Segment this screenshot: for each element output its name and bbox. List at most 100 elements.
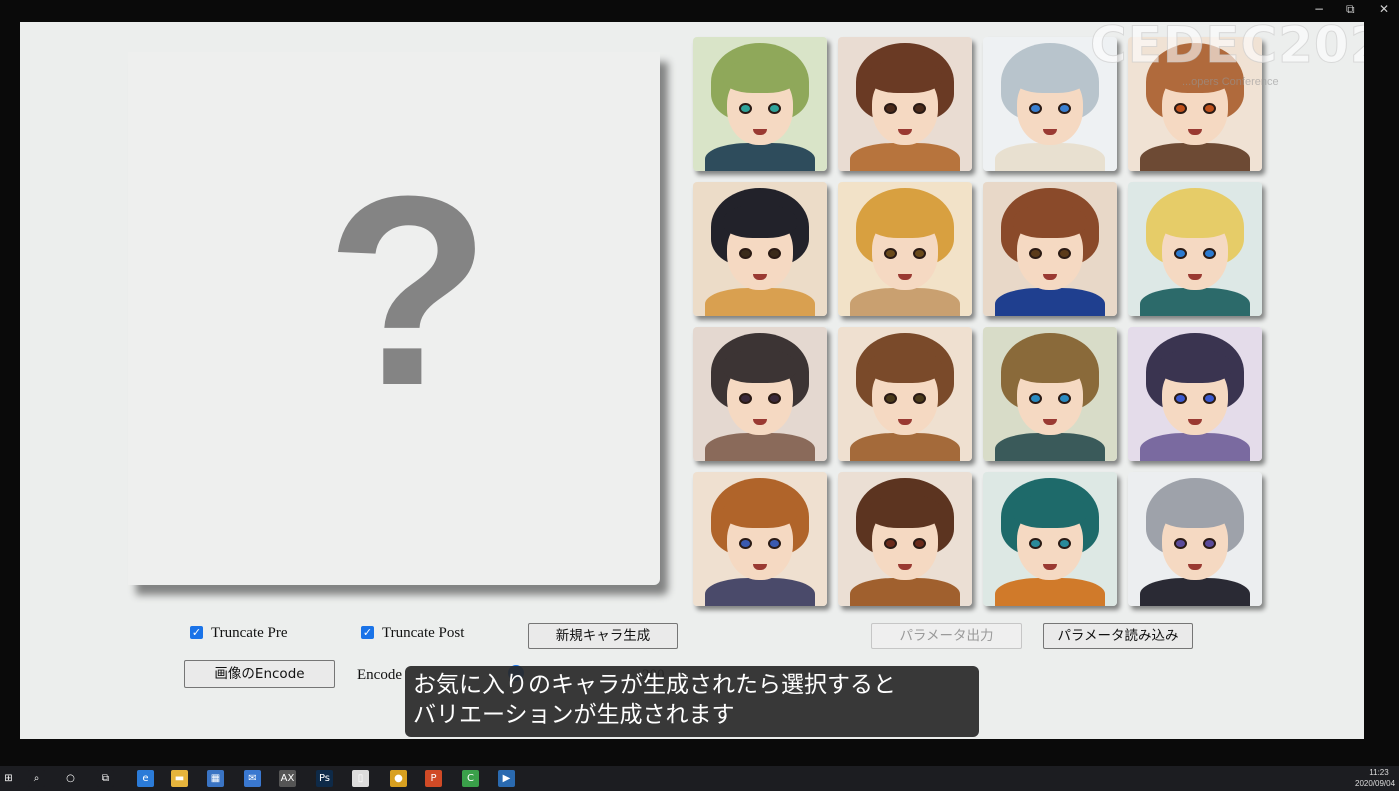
portrait-body [705,143,815,171]
file-explorer-icon[interactable]: ▬ [171,770,188,787]
portrait-body [705,433,815,461]
portrait-eye [884,248,897,259]
portrait-eye [1029,248,1042,259]
portrait-eye [768,538,781,549]
subtitle-line-1: お気に入りのキャラが生成されたら選択すると [413,672,896,698]
portrait-eye [1203,538,1216,549]
character-portrait[interactable] [693,37,827,171]
portrait-fringe [868,349,942,383]
truncate-post-label: Truncate Post [382,625,465,641]
portrait-eye [739,538,752,549]
portrait-eye [1174,538,1187,549]
portrait-fringe [723,494,797,528]
character-portrait[interactable] [983,182,1117,316]
portrait-fringe [723,349,797,383]
portrait-body [850,578,960,606]
portrait-eye [1174,393,1187,404]
portrait-eye [1029,538,1042,549]
portrait-body [705,578,815,606]
portrait-fringe [1013,204,1087,238]
portrait-eye [884,393,897,404]
portrait-body [850,433,960,461]
subtitle-caption: お気に入りのキャラが生成されたら選択すると バリエーションが生成されます [405,666,979,737]
portrait-body [850,143,960,171]
portrait-eye [913,248,926,259]
portrait-body [995,143,1105,171]
character-portrait[interactable] [838,472,972,606]
portrait-eye [913,103,926,114]
question-mark-placeholder: ? [325,141,491,442]
taskbar: 11:23 2020/09/04 ⊞ ⌕ ○ ⧉ e ▬ ▦ ✉ AX Ps ▯ ● P C ▶ [0,766,1399,791]
edge-icon[interactable]: e [137,770,154,787]
photoshop-icon[interactable]: Ps [316,770,333,787]
encode-label: Encode [357,667,402,683]
portrait-eye [768,103,781,114]
axis-icon[interactable]: AX [279,770,296,787]
portrait-eye [1029,103,1042,114]
new-character-button[interactable]: 新規キャラ生成 [528,623,678,649]
portrait-eye [1058,248,1071,259]
portrait-fringe [1013,59,1087,93]
mail-icon[interactable]: ✉ [244,770,261,787]
task-view-icon[interactable]: ⧉ [97,770,114,787]
import-parameters-button[interactable]: パラメータ読み込み [1043,623,1193,649]
portrait-eye [913,538,926,549]
app-canvas: ? CEDEC2020 ...opers Conference ✓ Trunca… [20,22,1364,739]
character-portrait[interactable] [838,327,972,461]
portrait-fringe [723,59,797,93]
cortana-icon[interactable]: ○ [62,770,79,787]
portrait-eye [768,393,781,404]
portrait-body [1140,433,1250,461]
portrait-eye [739,393,752,404]
minimize-icon[interactable]: − [1314,2,1324,16]
watermark-subtitle: ...opers Conference [1182,76,1279,88]
close-icon[interactable]: ✕ [1379,2,1389,16]
character-portrait[interactable] [1128,182,1262,316]
portrait-fringe [1013,349,1087,383]
store-icon[interactable]: ▦ [207,770,224,787]
character-portrait[interactable] [983,472,1117,606]
subtitle-line-2: バリエーションが生成されます [413,702,735,728]
result-panel: ? [128,52,660,585]
portrait-fringe [1158,204,1232,238]
character-portrait[interactable] [838,182,972,316]
media-player-icon[interactable]: ▶ [498,770,515,787]
camtasia-icon[interactable]: C [462,770,479,787]
start-icon[interactable]: ⊞ [0,770,17,787]
chrome-icon[interactable]: ● [390,770,407,787]
truncate-post-checkbox[interactable]: ✓ [361,626,374,639]
character-portrait[interactable] [693,327,827,461]
export-parameters-button[interactable]: パラメータ出力 [871,623,1022,649]
portrait-eye [913,393,926,404]
portrait-eye [739,248,752,259]
portrait-body [995,578,1105,606]
portrait-body [850,288,960,316]
restore-icon[interactable]: ⧉ [1346,2,1355,17]
taskbar-time: 11:23 [1369,768,1389,777]
portrait-eye [884,538,897,549]
portrait-eye [1029,393,1042,404]
portrait-fringe [868,494,942,528]
portrait-eye [1203,393,1216,404]
character-portrait[interactable] [838,37,972,171]
powerpoint-icon[interactable]: P [425,770,442,787]
portrait-body [705,288,815,316]
character-portrait[interactable] [1128,472,1262,606]
portrait-eye [884,103,897,114]
portrait-fringe [868,204,942,238]
character-portrait[interactable] [693,472,827,606]
portrait-eye [1174,248,1187,259]
portrait-eye [1058,103,1071,114]
search-icon[interactable]: ⌕ [28,770,45,787]
portrait-body [995,433,1105,461]
portrait-body [1140,288,1250,316]
truncate-pre-checkbox[interactable]: ✓ [190,626,203,639]
encode-image-button[interactable]: 画像のEncode [184,660,335,688]
portrait-body [1140,143,1250,171]
character-portrait[interactable] [693,182,827,316]
document-icon[interactable]: ▯ [352,770,369,787]
character-portrait[interactable] [983,327,1117,461]
portrait-eye [1203,248,1216,259]
character-portrait[interactable] [1128,327,1262,461]
portrait-fringe [723,204,797,238]
